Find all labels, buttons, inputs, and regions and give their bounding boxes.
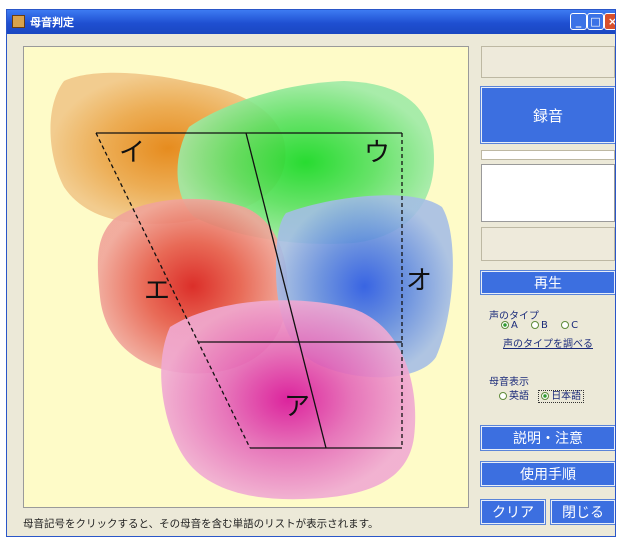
result-box xyxy=(481,164,615,222)
vowel-label-u[interactable]: ウ xyxy=(364,138,390,168)
vowel-chart[interactable]: イ ウ エ オ ア xyxy=(23,46,469,508)
clear-button[interactable]: クリア xyxy=(481,500,545,524)
vowel-label-e[interactable]: エ xyxy=(144,276,170,306)
voice-type-a[interactable]: A xyxy=(501,320,518,331)
window-title: 母音判定 xyxy=(30,16,74,29)
display-box-bottom xyxy=(481,227,615,261)
vowel-display-japanese[interactable]: 日本語 xyxy=(538,390,585,403)
minimize-button[interactable]: _ xyxy=(570,13,587,30)
app-window: 母音判定 _ □ × xyxy=(6,9,616,537)
voice-type-c[interactable]: C xyxy=(561,320,578,331)
display-box-top xyxy=(481,46,615,78)
radio-off-icon xyxy=(561,321,570,329)
title-bar: 母音判定 _ □ × xyxy=(7,10,615,34)
voice-type-b[interactable]: B xyxy=(531,320,548,331)
voice-type-link[interactable]: 声のタイプを調べる xyxy=(503,335,593,350)
vowel-display-label: 母音表示 xyxy=(489,377,529,388)
vowel-display-options: 英語 日本語 xyxy=(499,387,585,403)
radio-on-icon xyxy=(501,321,509,329)
level-bar xyxy=(481,150,615,160)
explain-button[interactable]: 説明・注意 xyxy=(481,426,615,450)
maximize-button[interactable]: □ xyxy=(587,13,604,30)
close-window-button[interactable]: × xyxy=(604,13,615,30)
vowel-label-o[interactable]: オ xyxy=(406,266,432,296)
vowel-display-english[interactable]: 英語 xyxy=(499,391,529,402)
status-text: 母音記号をクリックすると、その母音を含む単語のリストが表示されます。 xyxy=(23,518,379,530)
app-icon xyxy=(12,15,25,28)
radio-off-icon xyxy=(499,392,507,400)
radio-off-icon xyxy=(531,321,540,329)
radio-on-icon xyxy=(541,392,550,400)
voice-type-options: A B C xyxy=(501,320,578,331)
vowel-label-i[interactable]: イ xyxy=(119,138,145,168)
record-button[interactable]: 録音 xyxy=(481,87,615,143)
usage-button[interactable]: 使用手順 xyxy=(481,462,615,486)
vowel-label-a[interactable]: ア xyxy=(284,392,310,422)
close-button[interactable]: 閉じる xyxy=(551,500,615,524)
play-button[interactable]: 再生 xyxy=(481,271,615,294)
